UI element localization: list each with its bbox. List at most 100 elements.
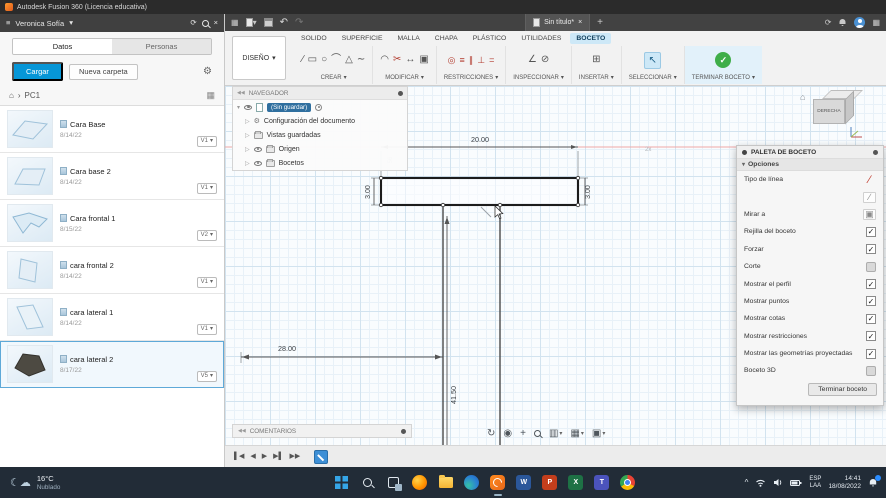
dimension-vertical[interactable]: 41.50 [449,386,458,404]
look-at-icon[interactable]: ▣ [863,208,876,220]
list-item[interactable]: cara lateral 1 8/14/22 V1 ▾ [0,294,224,341]
tab-malla[interactable]: MALLA [391,33,425,44]
group-label-seleccionar[interactable]: SELECCIONAR ▾ [629,74,677,82]
notifications-icon[interactable] [838,18,847,27]
version-badge[interactable]: V1 ▾ [196,324,217,335]
collinear-constraint-icon[interactable]: ≡ [460,55,465,65]
construction-line-icon[interactable]: ∕ [863,191,876,203]
sketch-point[interactable] [378,175,384,181]
step-forward-button[interactable]: ▶▌ [273,453,283,460]
save-icon[interactable] [263,18,273,27]
finish-sketch-button[interactable]: Terminar boceto [808,382,877,396]
redo-icon[interactable]: ↷ [295,17,303,28]
document-tab[interactable]: Sin título* × [525,14,591,31]
taskbar-app-firefox[interactable] [411,474,428,491]
menu-icon[interactable]: ≡ [6,19,10,27]
navigator-item-settings[interactable]: ▷ ⚙ Configuración del documento [233,114,407,128]
slice-checkbox[interactable] [866,261,876,272]
tab-personas[interactable]: Personas [112,39,211,54]
extend-icon[interactable]: ↔ [405,55,415,65]
line-type-icon[interactable]: ∕ [863,174,876,186]
show-projected-geometry-checkbox[interactable]: ✓ [866,348,876,359]
group-label-restricciones[interactable]: RESTRICCIONES ▾ [444,74,498,82]
new-folder-button[interactable]: Nueva carpeta [68,63,138,80]
group-label-crear[interactable]: CREAR ▾ [321,74,347,82]
tab-solido[interactable]: SOLIDO [295,33,333,44]
parallel-constraint-icon[interactable]: ∥ [469,55,474,65]
visibility-eye-icon[interactable] [253,146,262,152]
list-item[interactable]: Cara base 2 8/14/22 V1 ▾ [0,153,224,200]
list-item[interactable]: Cara frontal 1 8/15/22 V2 ▾ [0,200,224,247]
finish-sketch-check-icon[interactable]: ✓ [715,52,732,68]
snap-checkbox[interactable]: ✓ [866,244,876,255]
display-settings-dropdown[interactable]: ▥ ▾ [549,428,562,439]
section-analysis-icon[interactable]: ⊘ [541,55,549,65]
comment-bubble-icon[interactable] [401,428,406,434]
home-view-icon[interactable]: ⌂ [800,92,805,102]
fillet-icon[interactable]: ◠ [380,55,389,65]
sketch-rectangle[interactable] [379,176,580,207]
taskbar-app-chrome[interactable] [619,474,636,491]
user-dropdown[interactable]: Veronica Sofía [15,19,64,28]
dimension-top[interactable]: 20.00 [471,135,489,144]
rectangle-icon[interactable]: ▭ [308,55,317,65]
pan-icon[interactable]: + [520,428,526,439]
taskbar-app-powerpoint[interactable]: P [541,474,558,491]
sketch-feature-icon[interactable] [314,449,329,464]
search-icon[interactable] [201,19,209,27]
navigator-root-row[interactable]: ▾ (Sin guardar) [233,100,407,114]
language-indicator[interactable]: ESP LAA [809,476,821,490]
dimension-left[interactable]: 3.00 [365,185,372,199]
panel-handle-icon[interactable] [398,90,403,96]
visibility-eye-icon[interactable] [244,104,253,110]
start-button[interactable] [333,474,350,491]
sketch-3d-checkbox[interactable] [866,365,876,376]
panel-handle-icon[interactable] [873,149,878,155]
taskbar-app-word[interactable]: W [515,474,532,491]
offset-icon[interactable]: ▣ [419,55,428,65]
taskbar-app-fusion-360[interactable] [489,474,506,496]
battery-icon[interactable] [790,479,802,487]
navigator-item-sketches[interactable]: ▷ Bocetos [233,156,407,170]
navigator-item-named-views[interactable]: ▷ Vistas guardadas [233,128,407,142]
tab-chapa[interactable]: CHAPA [429,33,464,44]
show-points-checkbox[interactable]: ✓ [866,296,876,307]
data-panel-toggle-icon[interactable]: ▦ [231,18,239,27]
view-cube-top-face[interactable] [822,90,863,99]
tab-datos[interactable]: Datos [13,39,112,54]
comments-panel[interactable]: ◀◀ COMENTARIOS [232,424,412,438]
line-icon[interactable]: ∕ [302,55,304,65]
grid-settings-dropdown[interactable]: ▦ ▾ [570,428,583,439]
sketch-grid-checkbox[interactable]: ✓ [866,226,876,237]
circle-icon[interactable]: ○ [321,55,327,65]
list-item[interactable]: Cara Base 8/14/22 V1 ▾ [0,106,224,153]
expand-icon[interactable]: ▷ [245,160,250,167]
trim-icon[interactable]: ✂ [393,55,401,65]
version-badge[interactable]: V5 ▾ [196,371,217,382]
taskbar-app-teams[interactable]: T [593,474,610,491]
upload-button[interactable]: Cargar [12,62,63,81]
navigator-header[interactable]: ◀◀ NAVEGADOR [233,87,407,100]
orbit-icon[interactable]: ↻ [487,428,495,439]
tab-boceto[interactable]: BOCETO [570,33,612,44]
group-label-inspeccionar[interactable]: INSPECCIONAR ▾ [513,74,564,82]
version-badge[interactable]: V1 ▾ [196,183,217,194]
hidden-icons-chevron[interactable]: ^ [745,478,749,487]
modeling-canvas[interactable]: 20.00 56 2x 3.00 3.00 28.00 [225,86,886,445]
sketch-palette-header[interactable]: PALETA DE BOCETO [737,146,883,159]
taskbar-app-excel[interactable]: X [567,474,584,491]
undo-icon[interactable]: ↶ [280,17,288,28]
taskbar-app-file-explorer[interactable] [437,474,454,491]
weather-widget[interactable]: ☾☁ 16°C Nublado [0,474,225,491]
select-cursor-icon[interactable]: ↖ [644,51,662,69]
home-icon[interactable]: ⌂ [9,91,14,100]
show-dimensions-checkbox[interactable]: ✓ [866,313,876,324]
expand-icon[interactable]: ▷ [245,146,250,153]
settings-gear-icon[interactable]: ⚙ [203,66,212,77]
polygon-icon[interactable]: △ [345,55,353,65]
equal-constraint-icon[interactable]: = [489,55,494,65]
navigator-item-origin[interactable]: ▷ Origen [233,142,407,156]
sketch-point[interactable] [497,202,503,208]
expand-icon[interactable]: ▷ [245,118,250,125]
sketch-point[interactable] [440,202,446,208]
